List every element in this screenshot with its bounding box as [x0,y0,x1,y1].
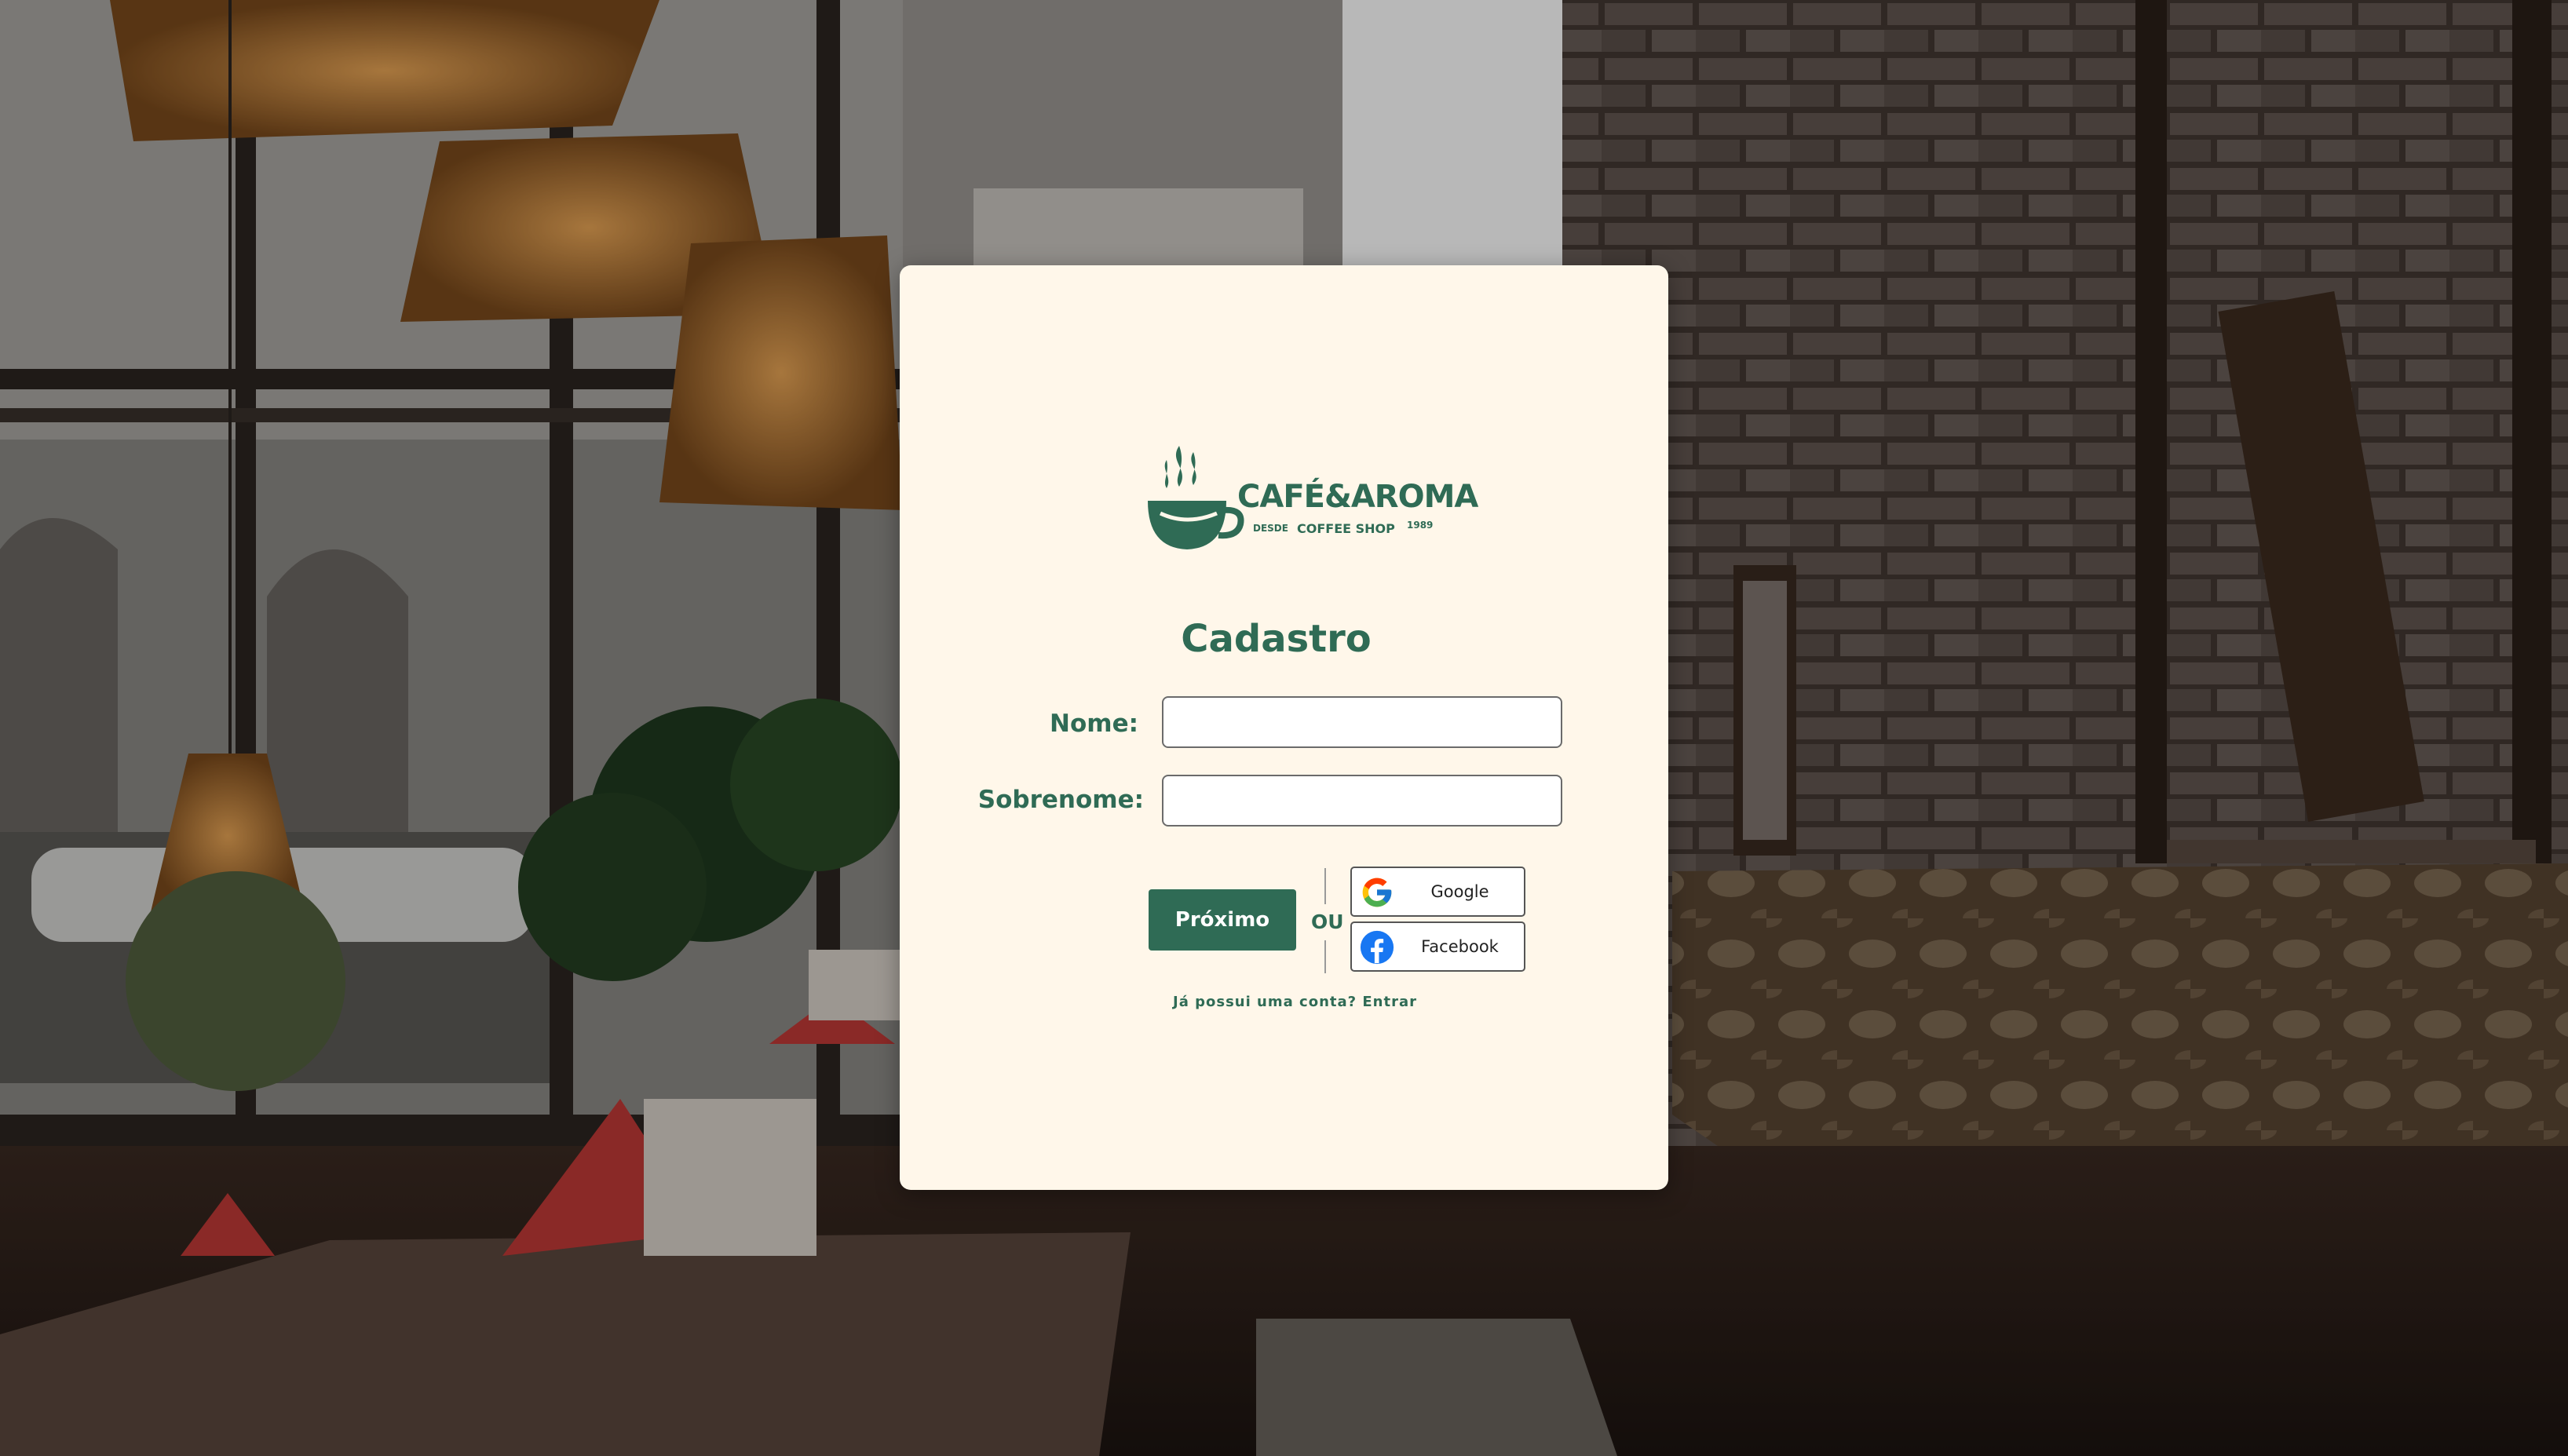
first-name-label: Nome: [1050,710,1138,738]
google-label: Google [1430,882,1489,901]
divider [1324,868,1326,904]
facebook-label: Facebook [1421,937,1499,956]
page-title: Cadastro [1181,617,1372,661]
google-signin-button[interactable]: Google [1350,867,1525,917]
or-label: OU [1311,910,1344,933]
brand-since: DESDE [1253,523,1288,534]
brand-name: CAFÉ&AROMA [1237,479,1478,515]
login-link[interactable]: Já possui uma conta? Entrar [911,994,1679,1010]
brand-subtitle: COFFEE SHOP [1297,521,1395,536]
brand-year: 1989 [1407,520,1434,531]
facebook-signin-button[interactable]: Facebook [1350,921,1525,972]
facebook-icon [1360,930,1394,965]
signup-card: CAFÉ&AROMA DESDE COFFEE SHOP 1989 Cadast… [900,265,1668,1190]
brand-logo: CAFÉ&AROMA DESDE COFFEE SHOP 1989 [1145,438,1478,556]
first-name-field[interactable] [1162,696,1562,748]
divider [1324,940,1326,973]
coffee-cup-steam-icon [1148,446,1244,549]
next-button[interactable]: Próximo [1149,889,1296,951]
last-name-label: Sobrenome: [977,786,1144,814]
google-icon [1362,878,1392,907]
last-name-field[interactable] [1162,775,1562,827]
